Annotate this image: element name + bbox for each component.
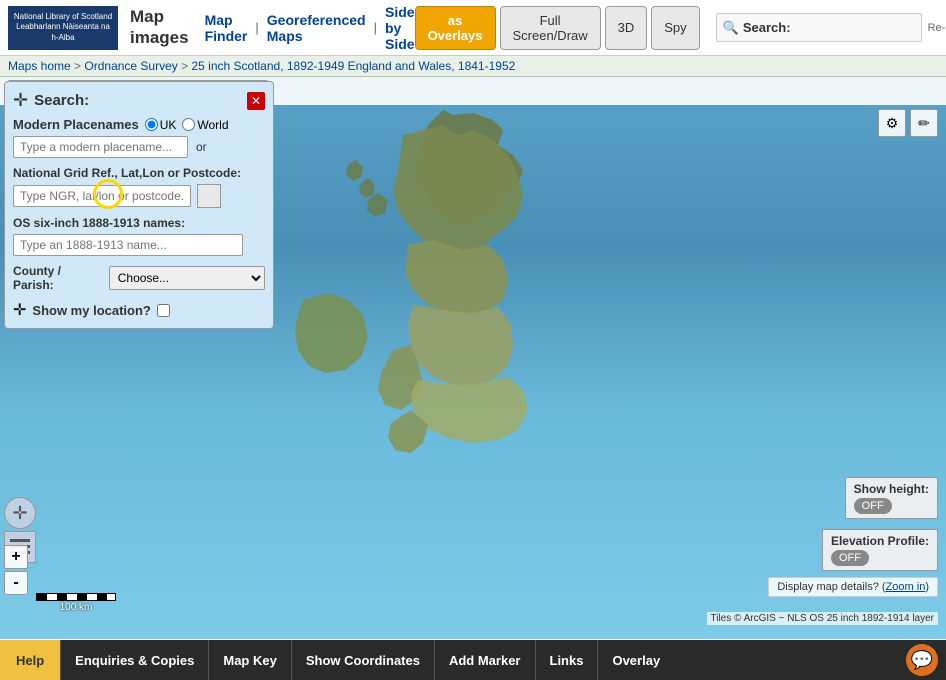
toolbar-buttons: as Overlays Full Screen/Draw 3D Spy bbox=[415, 6, 700, 50]
spy-button[interactable]: Spy bbox=[651, 6, 699, 50]
map-finder-link[interactable]: Map Finder bbox=[205, 12, 248, 44]
breadcrumb: Maps home > Ordnance Survey > 25 inch Sc… bbox=[0, 56, 946, 77]
height-toggle[interactable]: OFF bbox=[854, 498, 892, 514]
modern-placenames-section: Modern Placenames UK World or bbox=[13, 117, 265, 158]
nav-divider2: | bbox=[374, 20, 377, 35]
os-name-input[interactable] bbox=[13, 234, 243, 256]
breadcrumb-home[interactable]: Maps home bbox=[8, 59, 71, 73]
crosshair-location-icon: ✛ bbox=[13, 300, 26, 320]
side-by-side-link[interactable]: Side by Side bbox=[385, 4, 415, 52]
map-settings-btn[interactable]: ⚙ bbox=[878, 109, 906, 137]
location-label: Show my location? bbox=[32, 303, 150, 318]
world-radio-label: World bbox=[182, 118, 228, 132]
help-button[interactable]: Help bbox=[0, 640, 61, 680]
os-label: OS six-inch 1888-1913 names: bbox=[13, 216, 265, 230]
map-pencil-btn[interactable]: ✏ bbox=[910, 109, 938, 137]
main-map-area: Change background map - ESRI World Image… bbox=[0, 77, 946, 639]
height-control: Show height: OFF bbox=[845, 477, 938, 519]
county-label: County / Parish: bbox=[13, 264, 103, 292]
map-tools: ⚙ ✏ bbox=[878, 109, 938, 137]
search-icon: 🔍 bbox=[723, 20, 739, 36]
elevation-label: Elevation Profile: bbox=[831, 534, 929, 548]
county-section: County / Parish: Choose... bbox=[13, 264, 265, 292]
logo-image: National Library of Scotland Leabharlann… bbox=[8, 6, 118, 50]
uk-radio[interactable] bbox=[145, 118, 158, 131]
nav-divider: | bbox=[255, 20, 258, 35]
close-search-panel-button[interactable]: ✕ bbox=[247, 92, 265, 110]
elevation-control: Elevation Profile: OFF bbox=[822, 529, 938, 571]
zoom-in-link[interactable]: Zoom in bbox=[886, 581, 926, 593]
add-marker-button[interactable]: Add Marker bbox=[435, 640, 536, 680]
zoom-controls: + - bbox=[4, 545, 28, 595]
ngr-label: National Grid Ref., Lat,Lon or Postcode: bbox=[13, 166, 265, 180]
header: National Library of Scotland Leabharlann… bbox=[0, 0, 946, 56]
nav-links: Map Finder | Georeferenced Maps | Side b… bbox=[205, 4, 415, 52]
breadcrumb-ordnance[interactable]: Ordnance Survey bbox=[84, 59, 177, 73]
os-names-section: OS six-inch 1888-1913 names: bbox=[13, 216, 265, 256]
or-text: or bbox=[196, 140, 207, 154]
georeferenced-link[interactable]: Georeferenced Maps bbox=[267, 12, 366, 44]
zoom-in-message: Display map details? (Zoom in) bbox=[768, 577, 938, 597]
logo: National Library of Scotland Leabharlann… bbox=[8, 6, 189, 50]
logo-text: National Library of Scotland Leabharlann… bbox=[12, 12, 114, 43]
show-coordinates-button[interactable]: Show Coordinates bbox=[292, 640, 435, 680]
map-key-button[interactable]: Map Key bbox=[209, 640, 291, 680]
ngr-input[interactable] bbox=[13, 185, 191, 207]
location-checkbox[interactable] bbox=[157, 304, 170, 317]
scale-label: 100 km bbox=[36, 602, 116, 613]
links-button[interactable]: Links bbox=[536, 640, 599, 680]
location-section: ✛ Show my location? bbox=[13, 300, 265, 320]
modern-placenames-label: Modern Placenames bbox=[13, 117, 139, 132]
uk-radio-label: UK bbox=[145, 118, 177, 132]
search-label: Search: bbox=[743, 20, 791, 35]
ngr-section: National Grid Ref., Lat,Lon or Postcode: bbox=[13, 166, 265, 208]
header-search-input[interactable] bbox=[795, 16, 915, 39]
crosshair-icon: ✛ bbox=[13, 90, 28, 111]
height-label: Show height: bbox=[854, 482, 929, 496]
scale-bar: 100 km bbox=[36, 593, 116, 613]
overlay-button[interactable]: Overlay bbox=[598, 640, 674, 680]
zoom-in-button[interactable]: + bbox=[4, 545, 28, 569]
breadcrumb-series1[interactable]: 25 inch Scotland, 1892-1949 bbox=[191, 59, 344, 73]
navigation-wheel[interactable]: ✛ bbox=[4, 497, 36, 529]
header-search: 🔍 Search: Re-use: CC-BY (NLS) bbox=[716, 13, 946, 42]
breadcrumb-series2[interactable]: England and Wales, 1841-1952 bbox=[348, 59, 516, 73]
world-radio[interactable] bbox=[182, 118, 195, 131]
overlays-button[interactable]: as Overlays bbox=[415, 6, 496, 50]
map-images-title: Mapimages bbox=[130, 7, 189, 48]
chat-icon[interactable]: 💬 bbox=[906, 644, 938, 676]
search-panel-title: Search: bbox=[34, 92, 89, 109]
fullscreen-button[interactable]: Full Screen/Draw bbox=[500, 6, 601, 50]
zoom-out-button[interactable]: - bbox=[4, 571, 28, 595]
reuse-text: Re-use: CC-BY (NLS) bbox=[928, 22, 946, 34]
search-panel: ✛ Search: ✕ Modern Placenames UK World bbox=[4, 81, 274, 329]
ngr-go-button[interactable] bbox=[197, 184, 221, 208]
placename-input[interactable] bbox=[13, 136, 188, 158]
3d-button[interactable]: 3D bbox=[605, 6, 648, 50]
search-panel-header: ✛ Search: ✕ bbox=[13, 90, 265, 111]
county-select[interactable]: Choose... bbox=[109, 266, 265, 290]
elevation-toggle[interactable]: OFF bbox=[831, 550, 869, 566]
enquiries-button[interactable]: Enquiries & Copies bbox=[61, 640, 209, 680]
tiles-credit: Tiles © ArcGIS ~ NLS OS 25 inch 1892-191… bbox=[707, 612, 939, 625]
footer: Help Enquiries & Copies Map Key Show Coo… bbox=[0, 640, 946, 680]
